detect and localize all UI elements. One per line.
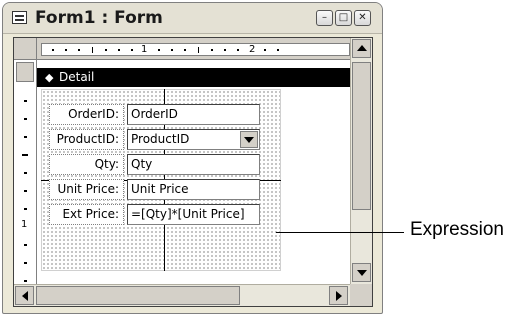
ruler-tick [198, 47, 199, 53]
ruler-dot [52, 49, 54, 51]
ruler-tick [24, 262, 27, 264]
ruler-strip: 1 2 [41, 43, 350, 56]
size-grip [350, 284, 372, 306]
callout-line [276, 232, 404, 233]
orderid-label[interactable]: OrderID: [49, 104, 124, 125]
productid-label[interactable]: ProductID: [49, 129, 124, 150]
chevron-down-icon [244, 137, 254, 143]
ruler-tick [92, 47, 93, 53]
title-bar[interactable]: Form1 : Form – □ ✕ [3, 3, 382, 34]
ruler-number: 2 [249, 44, 256, 55]
design-area: 1 2 1 ◆ Detail OrderID: OrderID ProductI… [13, 37, 373, 307]
orderid-textbox[interactable]: OrderID [127, 104, 260, 125]
ext-price-label[interactable]: Ext Price: [49, 204, 124, 225]
unit-price-label[interactable]: Unit Price: [49, 179, 124, 200]
vertical-scrollbar[interactable] [350, 38, 372, 284]
arrow-down-icon [357, 270, 367, 276]
ruler-dot [171, 49, 173, 51]
productid-combobox[interactable]: ProductID [127, 129, 260, 150]
minimize-button[interactable]: – [316, 10, 333, 26]
ruler-dot [65, 49, 67, 51]
form-icon [12, 11, 27, 24]
detail-section-header[interactable]: ◆ Detail [37, 68, 350, 87]
arrow-right-icon [336, 291, 342, 301]
ruler-tick [24, 100, 27, 102]
ruler-tick [24, 118, 27, 120]
ruler-dot [277, 49, 279, 51]
form-selector[interactable] [14, 38, 37, 60]
vertical-ruler[interactable]: 1 [14, 60, 37, 284]
scroll-down-button[interactable] [352, 263, 371, 282]
ruler-number: 1 [21, 219, 28, 230]
ruler-tick [24, 280, 27, 282]
ruler-dot [211, 49, 213, 51]
ruler-dot [78, 49, 80, 51]
ruler-dot [158, 49, 160, 51]
ruler-tick [24, 208, 27, 210]
callout-label: Expression [410, 219, 504, 240]
ruler-tick [22, 154, 28, 156]
horizontal-ruler[interactable]: 1 2 [37, 38, 350, 60]
ruler-dot [131, 49, 133, 51]
ext-price-textbox[interactable]: =[Qty]*[Unit Price] [127, 204, 260, 225]
ruler-dot [105, 49, 107, 51]
ruler-dot [224, 49, 226, 51]
maximize-button[interactable]: □ [335, 10, 352, 26]
qty-label[interactable]: Qty: [49, 154, 124, 175]
ruler-tick [24, 190, 27, 192]
ruler-dot [264, 49, 266, 51]
arrow-left-icon [22, 291, 28, 301]
form-design-window: Form1 : Form – □ ✕ 1 2 1 ◆ Detail OrderI… [2, 2, 383, 314]
window-title: Form1 : Form [35, 8, 163, 28]
section-selector-icon: ◆ [45, 71, 54, 84]
ruler-dot [118, 49, 120, 51]
horizontal-scrollbar[interactable] [14, 284, 350, 306]
scroll-left-button[interactable] [15, 286, 34, 305]
dropdown-button[interactable] [240, 131, 258, 148]
ruler-dot [184, 49, 186, 51]
ruler-tick [24, 136, 27, 138]
productid-combobox-value: ProductID [131, 132, 190, 146]
scroll-up-button[interactable] [352, 39, 371, 58]
qty-textbox[interactable]: Qty [127, 154, 260, 175]
unit-price-textbox[interactable]: Unit Price [127, 179, 260, 200]
scroll-right-button[interactable] [329, 286, 348, 305]
arrow-up-icon [357, 45, 367, 51]
section-title: Detail [59, 70, 95, 84]
ruler-number: 1 [141, 44, 148, 55]
ruler-tick [24, 172, 27, 174]
close-button[interactable]: ✕ [354, 10, 371, 26]
scroll-thumb-vertical[interactable] [352, 62, 371, 210]
ruler-dot [237, 49, 239, 51]
ruler-tick [24, 244, 27, 246]
section-selector[interactable] [16, 62, 34, 82]
scroll-thumb-horizontal[interactable] [36, 286, 240, 305]
